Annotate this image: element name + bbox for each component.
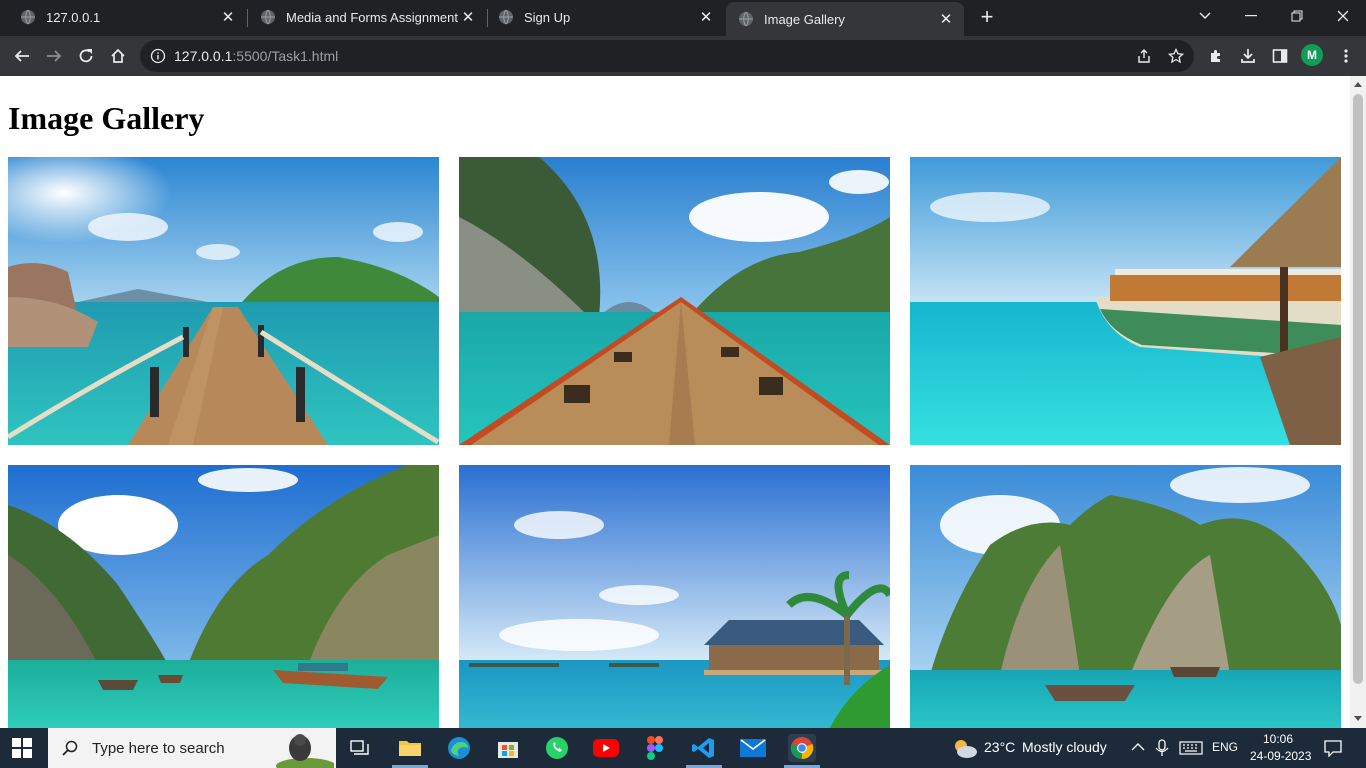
address-bar[interactable]: 127.0.0.1:5500/Task1.html (140, 40, 1194, 72)
bookmark-star-icon[interactable] (1168, 48, 1184, 64)
gallery-image-moored-boat (910, 157, 1341, 445)
minimize-icon[interactable] (1228, 0, 1274, 32)
youtube-icon[interactable] (592, 734, 620, 762)
clock-time[interactable]: 10:06 (1263, 732, 1293, 746)
file-explorer-icon[interactable] (396, 734, 424, 762)
tab-label: 127.0.0.1 (46, 9, 101, 25)
windows-start-icon[interactable] (12, 738, 32, 758)
tab-label: Media and Forms Assignment.pdf (286, 9, 458, 25)
page-title: Image Gallery (8, 100, 205, 136)
close-window-icon[interactable] (1320, 0, 1366, 32)
clock-date[interactable]: 24-09-2023 (1250, 749, 1311, 763)
browser-toolbar: 127.0.0.1:5500/Task1.html M (0, 36, 1366, 76)
reload-icon[interactable] (74, 44, 98, 68)
edge-browser-icon[interactable] (445, 734, 473, 762)
gallery-image-pier (8, 157, 439, 445)
tab-label: Sign Up (524, 9, 571, 25)
tab-label: Image Gallery (764, 11, 845, 27)
vscode-icon[interactable] (690, 734, 718, 762)
notifications-icon[interactable] (1324, 739, 1342, 757)
globe-icon (739, 11, 753, 27)
tab-strip: 127.0.0.1 ✕ Media and Forms Assignment.p… (0, 0, 1366, 36)
kebab-menu-icon[interactable] (1334, 44, 1358, 68)
search-placeholder: Type here to search (92, 739, 225, 757)
globe-icon (499, 9, 513, 25)
close-tab-icon[interactable]: ✕ (936, 10, 956, 28)
chrome-icon[interactable] (788, 734, 816, 762)
profile-avatar[interactable]: M (1301, 44, 1323, 66)
keyboard-icon[interactable] (1179, 741, 1203, 755)
home-icon[interactable] (106, 44, 130, 68)
weather-cloud-icon[interactable] (952, 737, 978, 759)
figma-icon[interactable] (641, 734, 669, 762)
url-text[interactable]: 127.0.0.1:5500/Task1.html (174, 48, 338, 64)
tab-sign-up[interactable]: Sign Up ✕ (488, 0, 724, 34)
globe-icon (21, 9, 35, 25)
gallery-image-bay-boats (8, 465, 439, 728)
back-arrow-icon[interactable] (10, 44, 34, 68)
tab-image-gallery[interactable]: Image Gallery ✕ (726, 2, 964, 36)
new-tab-icon[interactable]: + (976, 6, 998, 28)
tab-localhost[interactable]: 127.0.0.1 ✕ (0, 0, 246, 34)
page-viewport: Image Gallery (0, 76, 1350, 728)
close-tab-icon[interactable]: ✕ (218, 8, 238, 26)
forward-arrow-icon[interactable] (42, 44, 66, 68)
scroll-thumb[interactable] (1353, 94, 1363, 684)
meet-now-icon[interactable] (1155, 739, 1169, 757)
gallery-image-boat-bow (459, 157, 890, 445)
download-icon[interactable] (1236, 44, 1260, 68)
url-path: :5500/Task1.html (232, 48, 339, 64)
scroll-up-arrow-icon[interactable] (1354, 82, 1362, 87)
extensions-puzzle-icon[interactable] (1204, 44, 1228, 68)
url-host: 127.0.0.1 (174, 48, 233, 64)
tray-overflow-chevron-icon[interactable] (1131, 742, 1145, 751)
share-icon[interactable] (1136, 48, 1152, 64)
weather-temperature[interactable]: 23°C (984, 739, 1015, 755)
search-icon (62, 740, 78, 756)
taskbar-search-box[interactable]: Type here to search (48, 728, 336, 768)
gallery-image-limestone-island (910, 465, 1341, 728)
language-indicator[interactable]: ENG (1212, 740, 1238, 754)
close-tab-icon[interactable]: ✕ (696, 8, 716, 26)
mail-icon[interactable] (739, 734, 767, 762)
tab-search-chevron-icon[interactable] (1182, 0, 1228, 32)
info-icon[interactable] (150, 48, 166, 64)
weather-description[interactable]: Mostly cloudy (1022, 739, 1107, 755)
windows-taskbar: Type here to search 23°C Mostly cloudy E… (0, 728, 1366, 768)
restore-icon[interactable] (1274, 0, 1320, 32)
side-panel-icon[interactable] (1268, 44, 1292, 68)
whatsapp-icon[interactable] (543, 734, 571, 762)
task-view-icon[interactable] (346, 734, 374, 762)
globe-icon (261, 9, 275, 25)
gorilla-search-highlight-icon (276, 734, 334, 768)
page-scrollbar[interactable] (1350, 76, 1366, 728)
gallery-image-overwater-restaurant (459, 465, 890, 728)
tab-assignment-pdf[interactable]: Media and Forms Assignment.pdf ✕ (248, 0, 486, 34)
close-tab-icon[interactable]: ✕ (458, 8, 478, 26)
microsoft-store-icon[interactable] (494, 734, 522, 762)
scroll-down-arrow-icon[interactable] (1354, 716, 1362, 721)
